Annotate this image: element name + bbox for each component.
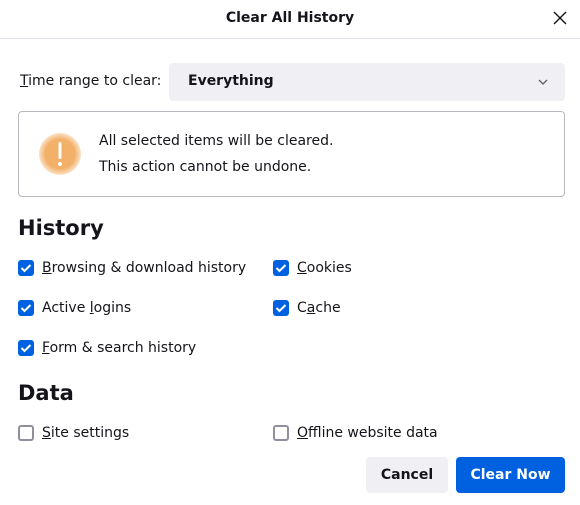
time-range-label: Time range to clear:: [20, 73, 161, 89]
close-button[interactable]: [550, 8, 570, 28]
checkbox-unchecked-icon[interactable]: [273, 425, 289, 441]
checkbox-label: Form & search history: [42, 340, 197, 356]
checkbox-browsing-download-history[interactable]: Browsing & download history: [18, 260, 246, 276]
checkbox-checked-icon[interactable]: [273, 300, 289, 316]
checkbox-label: Offline website data: [297, 425, 438, 441]
data-heading: Data: [18, 381, 74, 405]
checkbox-form-search-history[interactable]: Form & search history: [18, 340, 196, 356]
checkbox-cookies[interactable]: Cookies: [273, 260, 352, 276]
warning-line-1: All selected items will be cleared.: [99, 133, 334, 149]
dialog-titlebar: Clear All History: [0, 0, 580, 39]
checkbox-label: Browsing & download history: [42, 260, 247, 276]
checkbox-checked-icon[interactable]: [273, 260, 289, 276]
checkbox-checked-icon[interactable]: [18, 340, 34, 356]
time-range-value: Everything: [188, 73, 274, 89]
warning-line-2: This action cannot be undone.: [99, 159, 312, 175]
warning-box: All selected items will be cleared. This…: [18, 111, 565, 197]
time-range-select[interactable]: Everything: [169, 63, 565, 101]
chevron-down-icon: [538, 79, 548, 85]
warning-exclamation-icon: [39, 133, 81, 175]
cancel-button[interactable]: Cancel: [366, 457, 448, 493]
checkbox-label: Cookies: [297, 260, 352, 276]
checkbox-offline-website-data[interactable]: Offline website data: [273, 425, 438, 441]
access-key: T: [20, 73, 29, 89]
checkbox-label: Active logins: [42, 300, 132, 316]
checkbox-cache[interactable]: Cache: [273, 300, 341, 316]
checkbox-label: Cache: [297, 300, 341, 316]
checkbox-active-logins[interactable]: Active logins: [18, 300, 131, 316]
checkbox-checked-icon[interactable]: [18, 300, 34, 316]
clear-now-button[interactable]: Clear Now: [456, 457, 565, 493]
checkbox-checked-icon[interactable]: [18, 260, 34, 276]
dialog-title: Clear All History: [225, 10, 355, 26]
history-heading: History: [18, 216, 104, 240]
checkbox-site-settings[interactable]: Site settings: [18, 425, 129, 441]
checkbox-unchecked-icon[interactable]: [18, 425, 34, 441]
checkbox-label: Site settings: [42, 425, 130, 441]
label-text: ime range to clear:: [28, 73, 162, 89]
close-icon: [553, 11, 567, 25]
